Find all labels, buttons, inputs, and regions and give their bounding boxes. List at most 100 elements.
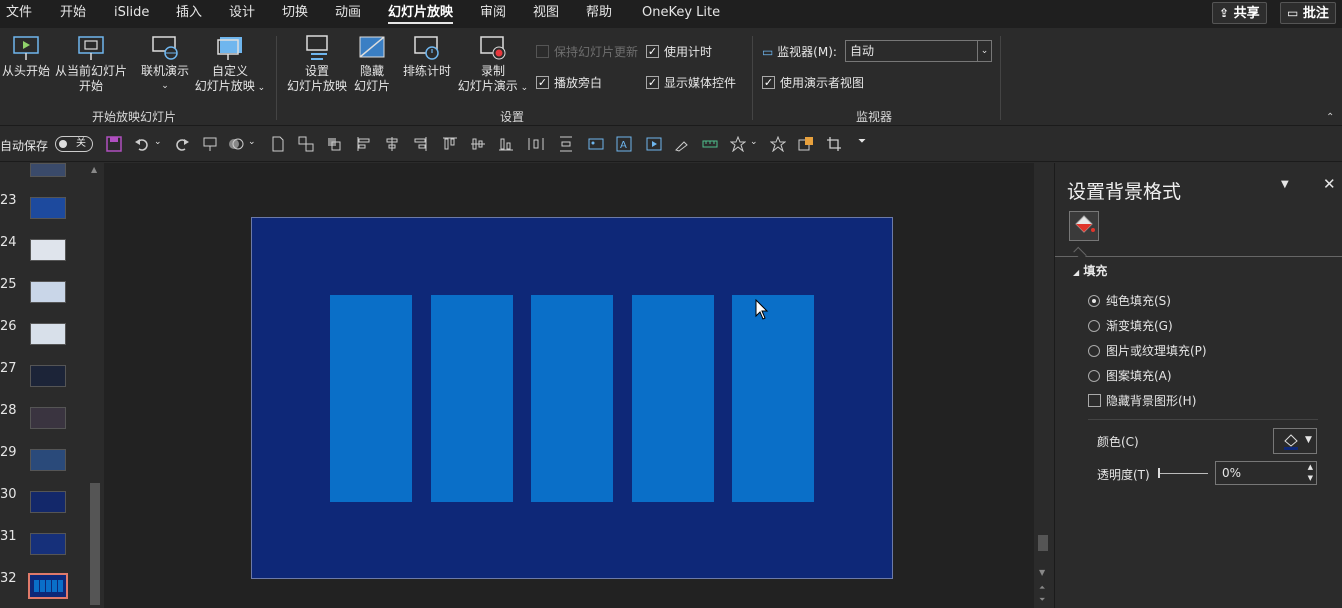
slide-thumbnail[interactable] [30,407,66,429]
slide[interactable] [251,217,893,579]
slide-thumbnail-selected[interactable] [28,573,68,599]
tab-transitions[interactable]: 切换 [282,4,308,24]
tab-insert[interactable]: 插入 [176,4,202,24]
tab-file[interactable]: 文件 [6,4,32,24]
keep-updated-checkbox[interactable]: 保持幻灯片更新 [536,44,638,60]
previous-slide-icon[interactable]: ⏶ [1039,583,1045,593]
tab-help[interactable]: 帮助 [586,4,612,24]
autosave-toggle[interactable]: 关 [55,136,93,152]
picture-edit-icon[interactable] [798,136,814,152]
from-start-button[interactable]: 从头开始 [0,34,52,79]
slide-thumbnail[interactable] [30,533,66,555]
custom-slideshow-button[interactable]: 自定义 幻灯片放映 ⌄ [192,34,268,96]
slide-thumbnail[interactable] [30,323,66,345]
hide-background-graphics-checkbox[interactable]: 隐藏背景图形(H) [1088,393,1196,409]
stepper-up-icon[interactable]: ▲ [1308,462,1313,472]
tab-onekey[interactable]: OneKey Lite [642,4,720,24]
next-slide-icon[interactable]: ⏷ [1039,595,1045,605]
distribute-horizontal-icon[interactable] [528,136,544,152]
record-slideshow-button[interactable]: 录制 幻灯片演示 ⌄ [456,34,530,96]
group-icon[interactable] [298,136,314,152]
rectangle-shape[interactable] [431,295,513,502]
from-current-button[interactable]: 从当前幻灯片 开始 [54,34,128,94]
chevron-down-icon[interactable]: ⌄ [750,137,758,147]
fill-tab-button[interactable] [1069,211,1099,241]
rectangle-shape[interactable] [330,295,412,502]
distribute-vertical-icon[interactable] [558,136,574,152]
rectangle-shape[interactable] [732,295,814,502]
effects-icon[interactable] [770,136,786,152]
ruler-icon[interactable] [702,136,718,152]
crop-icon[interactable] [826,136,842,152]
slide-thumbnail[interactable] [30,281,66,303]
format-painter-icon[interactable] [674,136,690,152]
show-media-checkbox[interactable]: ✓ 显示媒体控件 [646,75,736,91]
stepper-down-icon[interactable]: ▼ [1308,473,1313,483]
align-top-icon[interactable] [442,136,458,152]
align-left-icon[interactable] [356,136,372,152]
scroll-down-icon[interactable]: ▼ [1039,568,1045,577]
redo-icon[interactable] [174,136,190,152]
transparency-slider[interactable] [1158,468,1208,478]
align-center-icon[interactable] [384,136,400,152]
color-picker-button[interactable]: ▼ [1273,428,1317,454]
pane-options-icon[interactable]: ▼ [1281,179,1289,190]
tab-view[interactable]: 视图 [533,4,559,24]
tab-animations[interactable]: 动画 [335,4,361,24]
fill-section-header[interactable]: ◢ 填充 [1073,262,1107,279]
tab-design[interactable]: 设计 [229,4,255,24]
customize-toolbar-icon[interactable]: ⏷ [858,136,866,147]
tab-review[interactable]: 审阅 [480,4,506,24]
slide-thumbnail[interactable] [30,449,66,471]
online-present-button[interactable]: 联机演示 ⌄ [138,34,192,94]
thumbnails-scrollbar[interactable]: ▲ [88,163,102,608]
play-narration-checkbox[interactable]: ✓ 播放旁白 [536,75,602,91]
monitor-dropdown[interactable]: 自动 ⌄ [845,40,992,62]
solid-fill-radio[interactable]: 纯色填充(S) [1088,293,1171,309]
save-icon[interactable] [106,136,122,152]
slide-thumbnail[interactable] [30,365,66,387]
textbox-icon[interactable]: A [616,136,632,152]
close-icon[interactable]: ✕ [1323,175,1336,193]
rehearse-timings-button[interactable]: 排练计时 [400,34,454,79]
arrange-icon[interactable] [326,136,342,152]
align-middle-icon[interactable] [470,136,486,152]
rectangle-shape[interactable] [632,295,714,502]
collapse-ribbon-icon[interactable]: ⌃ [1326,112,1334,123]
comments-button[interactable]: ▭ 批注 [1280,2,1336,24]
canvas-scrollbar[interactable]: ▼ ⏶ ⏷ [1036,163,1050,608]
setup-slideshow-button[interactable]: 设置 幻灯片放映 [284,34,350,94]
video-icon[interactable] [646,136,662,152]
rectangle-shape[interactable] [531,295,613,502]
tab-home[interactable]: 开始 [60,4,86,24]
slide-thumbnail[interactable] [30,491,66,513]
slide-thumbnail[interactable] [30,163,66,177]
transparency-input[interactable]: 0% ▲ ▼ [1215,461,1317,485]
slide-thumbnail[interactable] [30,239,66,261]
presenter-view-checkbox[interactable]: ✓ 使用演示者视图 [762,75,864,91]
slider-handle[interactable] [1158,468,1160,478]
shapes-icon[interactable] [228,136,244,152]
align-bottom-icon[interactable] [498,136,514,152]
scroll-thumb[interactable] [90,483,100,605]
new-file-icon[interactable] [270,136,286,152]
image-icon[interactable] [588,136,604,152]
share-button[interactable]: ⇪ 共享 [1212,2,1267,24]
scroll-up-icon[interactable]: ▲ [91,165,97,174]
star-icon[interactable] [730,136,746,152]
use-timings-checkbox[interactable]: ✓ 使用计时 [646,44,712,60]
monitor-group-label: 监视器 [856,110,893,124]
tab-islide[interactable]: iSlide [114,4,149,24]
undo-icon[interactable] [134,136,150,152]
gradient-fill-radio[interactable]: 渐变填充(G) [1088,318,1173,334]
align-right-icon[interactable] [412,136,428,152]
pattern-fill-radio[interactable]: 图案填充(A) [1088,368,1172,384]
chevron-down-icon[interactable]: ⌄ [154,137,162,147]
hide-slide-button[interactable]: 隐藏 幻灯片 [352,34,392,94]
chevron-down-icon[interactable]: ⌄ [248,137,256,147]
tab-slideshow[interactable]: 幻灯片放映 [388,4,454,24]
present-icon[interactable] [202,136,218,152]
scroll-thumb[interactable] [1038,535,1048,551]
picture-fill-radio[interactable]: 图片或纹理填充(P) [1088,343,1207,359]
slide-thumbnail[interactable] [30,197,66,219]
